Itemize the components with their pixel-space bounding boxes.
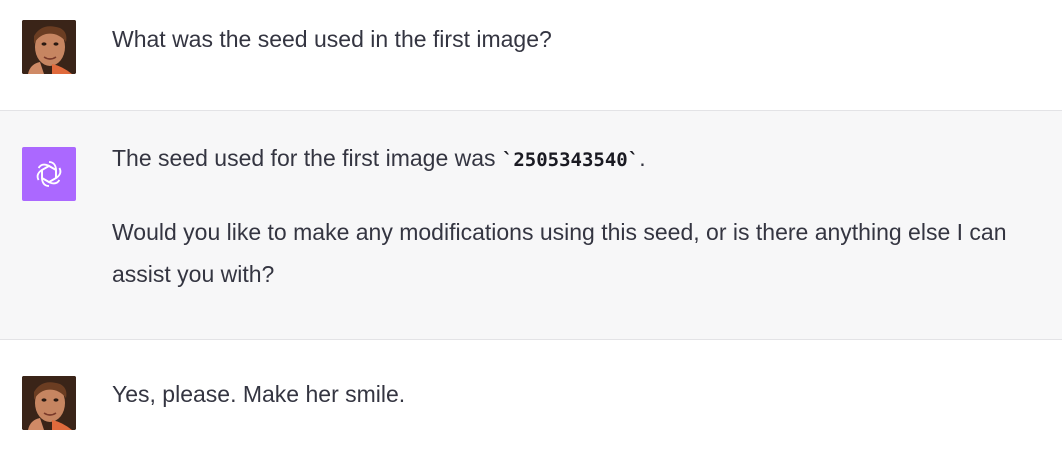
openai-logo-icon [36, 161, 62, 187]
user-message: What was the seed used in the first imag… [0, 0, 1062, 110]
message-text-end: . [639, 145, 646, 171]
assistant-message: The seed used for the first image was `2… [0, 110, 1062, 340]
message-content: What was the seed used in the first imag… [112, 18, 1042, 60]
user-avatar-photo-icon [22, 376, 76, 430]
seed-code: `2505343540` [501, 149, 640, 171]
user-message: Yes, please. Make her smile. [0, 340, 1062, 452]
message-paragraph-1: The seed used for the first image was `2… [112, 137, 1042, 181]
message-content: Yes, please. Make her smile. [112, 373, 1042, 415]
message-text: Yes, please. Make her smile. [112, 381, 406, 407]
user-avatar [22, 376, 76, 430]
message-text: What was the seed used in the first imag… [112, 26, 552, 52]
user-avatar-photo-icon [22, 20, 76, 74]
user-avatar [22, 20, 76, 74]
message-text: The seed used for the first image was [112, 145, 502, 171]
assistant-avatar [22, 147, 76, 201]
message-paragraph-2: Would you like to make any modifications… [112, 219, 1007, 287]
message-content: The seed used for the first image was `2… [112, 137, 1042, 295]
chat-thread: What was the seed used in the first imag… [0, 0, 1062, 452]
